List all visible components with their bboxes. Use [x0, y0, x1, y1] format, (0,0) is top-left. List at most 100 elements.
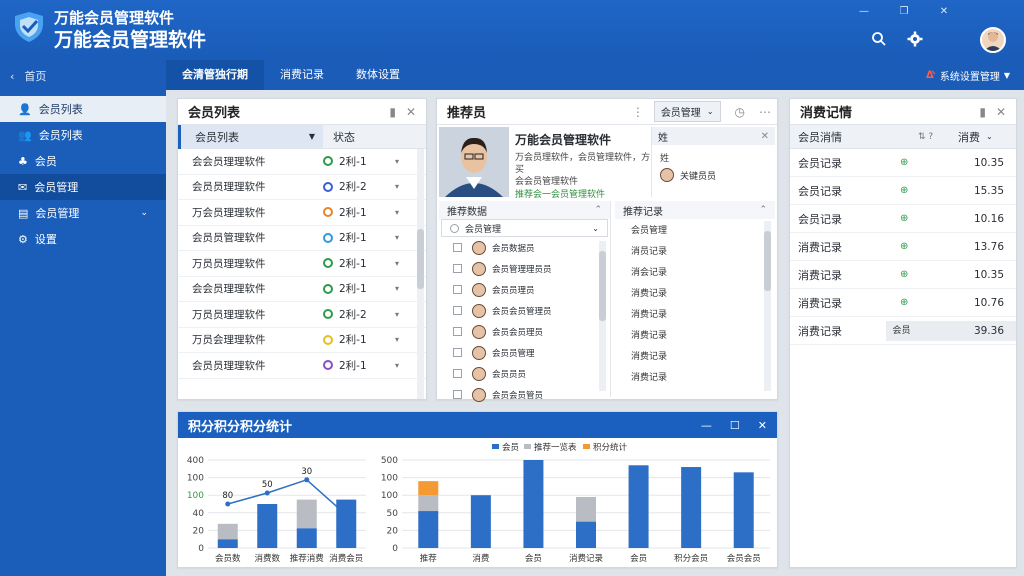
list-search[interactable]: 会员管理 ⌄ — [441, 219, 608, 237]
list-item-label: 会员会员管员 — [492, 390, 544, 401]
sidebar-item-member-management-2[interactable]: ▤ 会员管理 ⌄ — [0, 200, 166, 226]
checkbox[interactable] — [453, 369, 462, 378]
side-info-person: 关键员员 — [652, 168, 775, 182]
table-row[interactable]: 万会员理理软件 2利-1 ▾ — [178, 200, 426, 226]
close-icon[interactable]: ✕ — [996, 105, 1006, 119]
checkbox[interactable] — [453, 390, 462, 399]
maximize-icon[interactable]: ☐ — [730, 419, 740, 432]
table-row[interactable]: 万员员理理软件 2利-1 ▾ — [178, 251, 426, 277]
add-icon[interactable]: ⊕ — [900, 269, 930, 280]
list-item[interactable]: 会员会员理员 — [439, 321, 610, 342]
table-row[interactable]: 万员员理理软件 2利-2 ▾ — [178, 302, 426, 328]
sidebar-item-member-list-2[interactable]: 👥 会员列表 — [0, 122, 166, 148]
close-icon[interactable]: ✕ — [758, 419, 767, 432]
sidebar-item-member-management[interactable]: ✉ 会员管理 — [0, 174, 166, 200]
checkbox[interactable] — [453, 348, 462, 357]
checkbox[interactable] — [453, 306, 462, 315]
table-row[interactable]: 会员员理理软件 2利-2 ▾ — [178, 175, 426, 200]
table-row[interactable]: 消费记录 ⊕ 10.76 — [790, 289, 1016, 317]
list-item[interactable]: 消费记录 — [615, 324, 775, 345]
list-item[interactable]: 会员会员管理员 — [439, 300, 610, 321]
table-row[interactable]: 消费记录 ⊕ 10.35 — [790, 261, 1016, 289]
chevron-down-icon[interactable]: ▾ — [395, 335, 399, 344]
chevron-down-icon[interactable]: ▾ — [395, 182, 399, 191]
table-row[interactable]: 会员记录 ⊕ 10.16 — [790, 205, 1016, 233]
chevron-down-icon[interactable]: ▾ — [395, 284, 399, 293]
close-icon[interactable]: ✕ — [406, 105, 416, 119]
add-icon[interactable]: ⊕ — [900, 241, 930, 252]
close-window-icon[interactable]: ✕ — [934, 4, 954, 18]
list-item[interactable]: 消费记录 — [615, 345, 775, 366]
list-item[interactable]: 会员管理理员员 — [439, 258, 610, 279]
panel-title: 会员列表 — [188, 106, 241, 121]
table-row[interactable]: 会会员理理软件 2利-1 ▾ — [178, 149, 426, 175]
list-item[interactable]: 会员员员 — [439, 363, 610, 384]
checkbox[interactable] — [453, 243, 462, 252]
pin-icon[interactable]: ▮ — [979, 105, 986, 119]
more-vertical-icon[interactable]: ⋮ — [632, 105, 644, 119]
member-dropdown[interactable]: 会员管理 ⌄ — [653, 101, 721, 122]
table-row[interactable]: 消费记录 会员 39.36 — [790, 317, 1016, 345]
user-icon: 👤 — [18, 102, 32, 116]
list-item[interactable]: 消费记录 — [615, 366, 775, 387]
chevron-up-icon[interactable]: ⌃ — [594, 205, 602, 215]
sort-icon[interactable]: ⇅ ? — [918, 132, 958, 142]
chevron-down-icon[interactable]: ▾ — [395, 310, 399, 319]
list-item[interactable]: 消费记录 — [615, 303, 775, 324]
sidebar-item-settings[interactable]: ⚙ 设置 — [0, 226, 166, 252]
table-row[interactable]: 会会员理理软件 2利-1 ▾ — [178, 277, 426, 302]
chevron-down-icon[interactable]: ▾ — [395, 361, 399, 370]
column-header-detail[interactable]: 会员消情 — [790, 129, 918, 145]
checkbox[interactable] — [453, 264, 462, 273]
more-horizontal-icon[interactable]: ⋯ — [759, 105, 771, 119]
scrollbar[interactable] — [599, 241, 606, 391]
maximize-icon[interactable]: ❐ — [894, 4, 914, 18]
minimize-icon[interactable]: — — [701, 419, 712, 432]
table-row[interactable]: 会员员管理软件 2利-1 ▾ — [178, 226, 426, 251]
checkbox[interactable] — [453, 285, 462, 294]
add-icon[interactable]: ⊕ — [900, 297, 930, 308]
search-icon[interactable] — [870, 30, 888, 48]
table-row[interactable]: 万员会理理软件 2利-1 ▾ — [178, 328, 426, 353]
list-item[interactable]: 会员会员管员 — [439, 384, 610, 405]
user-avatar[interactable] — [980, 27, 1006, 53]
scrollbar[interactable] — [764, 221, 771, 391]
column-header-name[interactable]: 会员列表 ▼ — [178, 124, 323, 149]
checkbox[interactable] — [453, 327, 462, 336]
sidebar-item-member[interactable]: ♣ 会员 — [0, 148, 166, 174]
list-item[interactable]: 消费记录 — [615, 282, 775, 303]
tab-member-management[interactable]: 会清管独行期 — [166, 60, 264, 90]
list-item[interactable]: 会员管理 — [615, 219, 775, 240]
chevron-down-icon[interactable]: ▾ — [395, 233, 399, 242]
home-link[interactable]: ‹ 首页 — [10, 68, 46, 84]
list-item[interactable]: 消会记录 — [615, 261, 775, 282]
table-row[interactable]: 会员记录 ⊕ 15.35 — [790, 177, 1016, 205]
list-item[interactable]: 消员记录 — [615, 240, 775, 261]
column-header-amount[interactable]: 消费 ⌄ — [958, 129, 1016, 145]
add-icon[interactable]: ⊕ — [900, 185, 930, 196]
tab-consumption[interactable]: 消费记录 — [264, 60, 340, 90]
row-name: 会员员管理软件 — [192, 232, 266, 245]
column-header-status[interactable]: 状态 — [323, 129, 355, 145]
list-item[interactable]: 会员数据员 — [439, 237, 610, 258]
clock-icon[interactable]: ◷ — [735, 105, 745, 119]
chevron-up-icon[interactable]: ⌃ — [759, 205, 767, 215]
list-item[interactable]: 会员员理员 — [439, 279, 610, 300]
scrollbar[interactable] — [417, 149, 424, 399]
add-icon[interactable]: ⊕ — [900, 213, 930, 224]
minimize-icon[interactable]: — — [854, 4, 874, 18]
table-row[interactable]: 消费记录 ⊕ 13.76 — [790, 233, 1016, 261]
tab-settings[interactable]: 数体设置 — [340, 60, 416, 90]
user-menu[interactable]: ᐬ 系统设置管理 ▼ — [926, 68, 1010, 83]
table-row[interactable]: 会员记录 ⊕ 10.35 — [790, 149, 1016, 177]
chevron-down-icon[interactable]: ▾ — [395, 208, 399, 217]
gear-icon[interactable] — [906, 30, 924, 48]
add-icon[interactable]: ⊕ — [900, 157, 930, 168]
sidebar-item-member-list[interactable]: 👤 会员列表 — [0, 96, 166, 122]
chevron-down-icon[interactable]: ▾ — [395, 259, 399, 268]
table-row[interactable]: 会员员理理软件 2利-1 ▾ — [178, 353, 426, 379]
pin-icon[interactable]: ▮ — [389, 105, 396, 119]
close-icon[interactable]: ✕ — [761, 131, 769, 142]
chevron-down-icon[interactable]: ▾ — [395, 157, 399, 166]
list-item[interactable]: 会员员管理 — [439, 342, 610, 363]
